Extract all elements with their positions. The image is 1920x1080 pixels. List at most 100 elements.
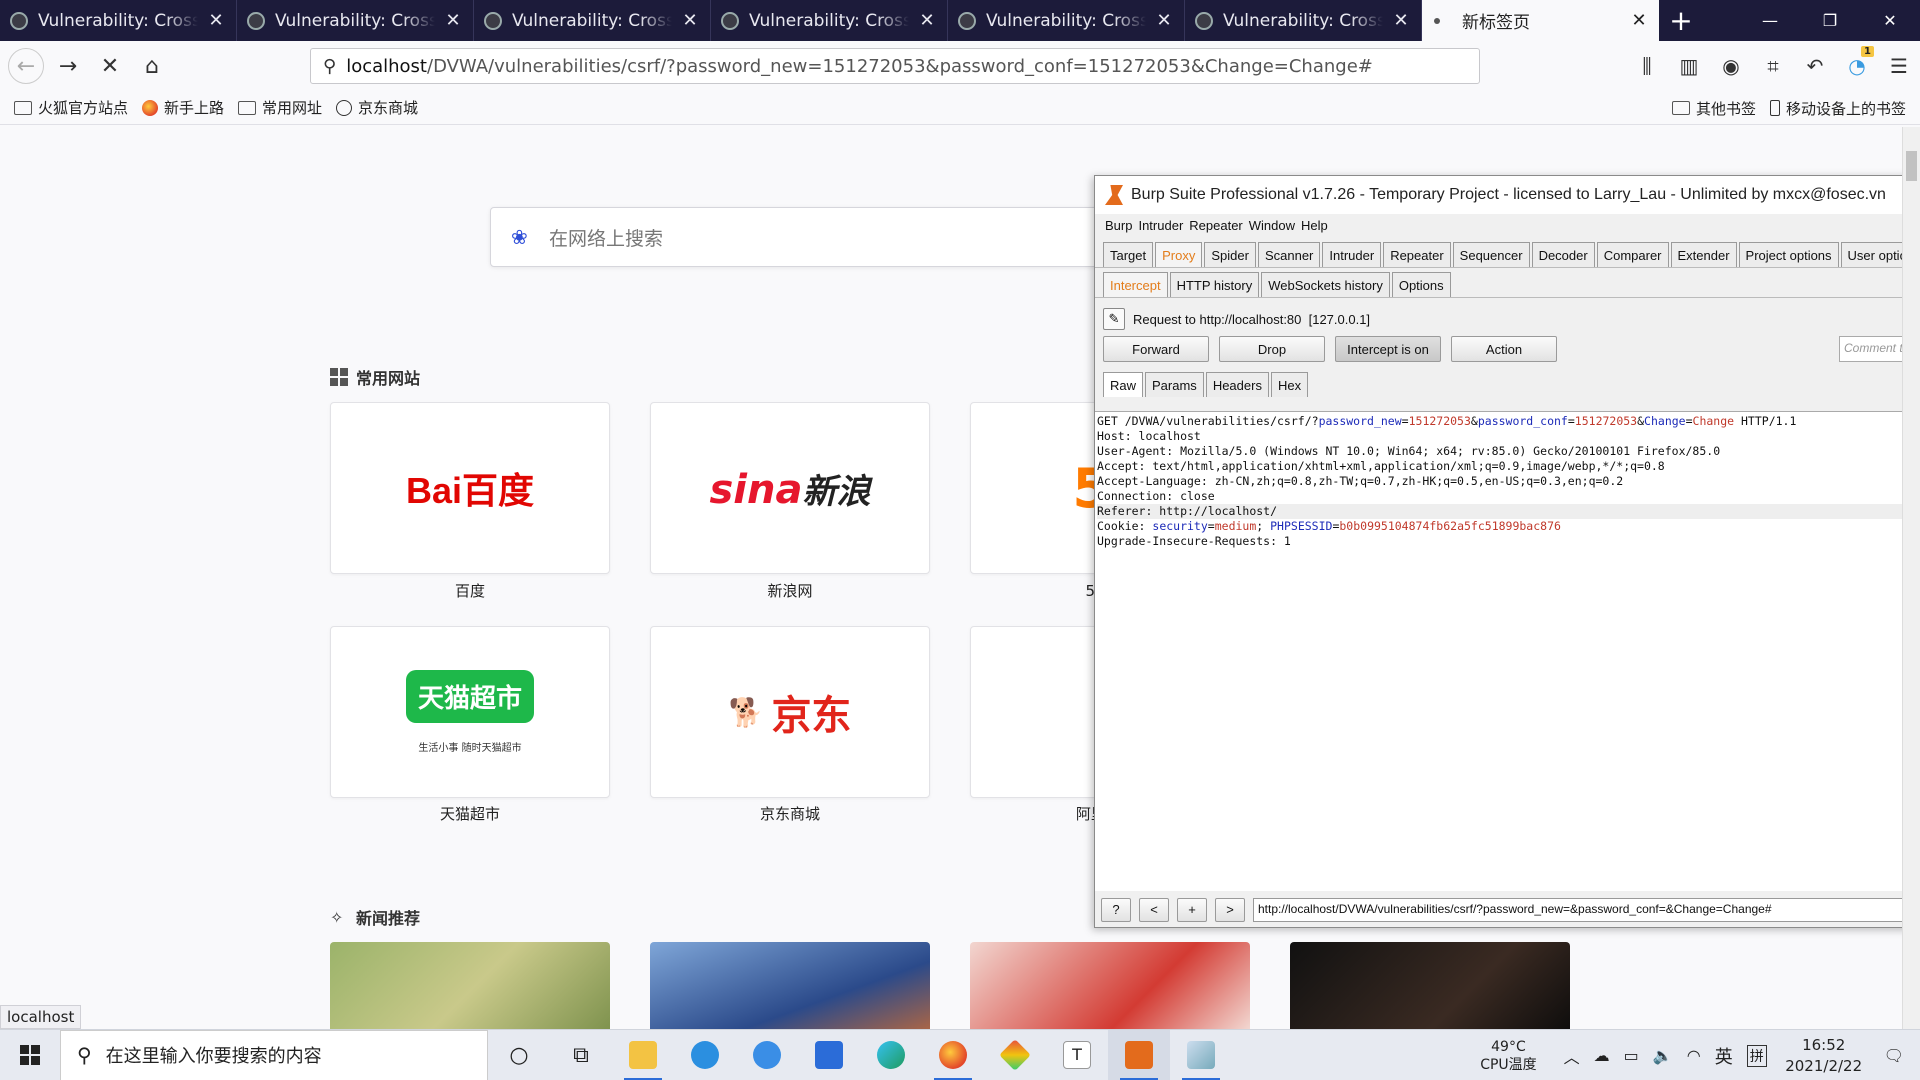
site-tile-sina[interactable]: sina新浪 — [650, 402, 930, 574]
drop-button[interactable]: Drop — [1219, 336, 1325, 362]
action-button[interactable]: Action — [1451, 336, 1557, 362]
tab-extender[interactable]: Extender — [1670, 242, 1737, 267]
help-button[interactable]: ? — [1101, 898, 1131, 922]
view-tab-hex[interactable]: Hex — [1270, 372, 1309, 397]
task-view-icon[interactable]: ⧉ — [550, 1030, 612, 1080]
edge-icon[interactable] — [860, 1030, 922, 1080]
close-tab-icon[interactable]: ✕ — [1154, 10, 1174, 31]
cpu-temp-widget[interactable]: 49°C CPU温度 — [1480, 1038, 1536, 1074]
pencil-icon[interactable]: ✎ — [1103, 308, 1125, 330]
view-tab-params[interactable]: Params — [1145, 372, 1204, 397]
view-tab-raw[interactable]: Raw — [1103, 372, 1144, 397]
battery-icon[interactable]: ▭ — [1624, 1046, 1639, 1065]
raw-request-editor[interactable]: GET /DVWA/vulnerabilities/csrf/?password… — [1095, 411, 1919, 891]
site-tile-jd[interactable]: 🐕 京东 — [650, 626, 930, 798]
mail-icon[interactable] — [798, 1030, 860, 1080]
bookmark-item[interactable]: 其他书签 — [1671, 98, 1756, 119]
typora-icon[interactable]: T — [1046, 1030, 1108, 1080]
bookmark-item[interactable]: 新手上路 — [142, 97, 224, 118]
prev-button[interactable]: < — [1139, 898, 1169, 922]
menu-burp[interactable]: Burp — [1105, 218, 1132, 233]
site-tile-baidu[interactable]: Bai百度 — [330, 402, 610, 574]
subtab-http-history[interactable]: HTTP history — [1169, 272, 1260, 297]
browser-tab[interactable]: Vulnerability: Cross Site Request Forger… — [711, 0, 948, 41]
subtab-websockets-history[interactable]: WebSockets history — [1261, 272, 1390, 297]
tab-proxy[interactable]: Proxy — [1155, 242, 1203, 267]
file-explorer-icon[interactable] — [612, 1030, 674, 1080]
wifi-icon[interactable]: ◠ — [1687, 1046, 1701, 1065]
news-image[interactable] — [650, 942, 930, 1029]
close-tab-icon[interactable]: ✕ — [680, 10, 700, 31]
onedrive-icon[interactable]: ☁ — [1594, 1046, 1610, 1065]
edge-legacy-icon[interactable] — [674, 1030, 736, 1080]
git-icon[interactable] — [984, 1030, 1046, 1080]
browser-tab[interactable]: Vulnerability: Cross Site Request Forger… — [474, 0, 711, 41]
notification-icon[interactable]: 🗨 — [1884, 1046, 1904, 1065]
browser-tab-active[interactable]: 新标签页 ✕ — [1422, 0, 1659, 41]
tab-intruder[interactable]: Intruder — [1322, 242, 1382, 267]
bottom-url-field[interactable]: http://localhost/DVWA/vulnerabilities/cs… — [1253, 898, 1919, 922]
undo-icon[interactable]: ↶ — [1794, 54, 1836, 78]
tab-decoder[interactable]: Decoder — [1531, 242, 1595, 267]
ime-mode[interactable]: 拼 — [1746, 1044, 1767, 1067]
library-icon[interactable]: ⫼ — [1626, 54, 1668, 78]
menu-intruder[interactable]: Intruder — [1138, 218, 1183, 233]
menu-icon[interactable]: ☰ — [1878, 54, 1920, 78]
close-tab-icon[interactable]: ✕ — [443, 10, 463, 31]
bookmark-item[interactable]: 常用网址 — [238, 97, 322, 118]
stop-loading-icon[interactable]: ✕ — [92, 48, 128, 84]
addon-icon[interactable]: ◔ 1 — [1836, 46, 1878, 78]
menu-window[interactable]: Window — [1249, 218, 1295, 233]
page-scrollbar[interactable] — [1902, 127, 1920, 1029]
forward-button[interactable]: Forward — [1103, 336, 1209, 362]
app-icon[interactable] — [1170, 1030, 1232, 1080]
account-icon[interactable]: ◉ — [1710, 54, 1752, 78]
tab-target[interactable]: Target — [1103, 242, 1154, 267]
news-image[interactable] — [1290, 942, 1570, 1029]
news-image[interactable] — [970, 942, 1250, 1029]
chevron-up-icon[interactable]: ︿ — [1564, 1044, 1580, 1068]
back-arrow-icon[interactable]: ← — [8, 48, 44, 84]
menu-repeater[interactable]: Repeater — [1189, 218, 1242, 233]
menu-help[interactable]: Help — [1301, 218, 1328, 233]
sidebar-icon[interactable]: ▥ — [1668, 54, 1710, 78]
browser-tab[interactable]: Vulnerability: Cross Site Request Forger… — [948, 0, 1185, 41]
restore-icon[interactable]: ❐ — [1800, 0, 1860, 41]
address-bar[interactable]: ⚲ localhost/DVWA/vulnerabilities/csrf/?p… — [310, 48, 1480, 84]
screenshot-icon[interactable]: ⌗ — [1752, 54, 1794, 78]
browser-tab[interactable]: Vulnerability: Cross Site Request Forger… — [0, 0, 237, 41]
firefox-icon[interactable] — [922, 1030, 984, 1080]
cortana-icon[interactable]: ○ — [488, 1030, 550, 1080]
minimize-icon[interactable]: — — [1740, 0, 1800, 41]
site-tile-tmall[interactable]: 天猫超市 生活小事 随时天猫超市 — [330, 626, 610, 798]
browser-tab[interactable]: Vulnerability: Cross Site Request Forger… — [237, 0, 474, 41]
browser-tab[interactable]: Vulnerability: Cross Site Request Forger… — [1185, 0, 1422, 41]
view-tab-headers[interactable]: Headers — [1205, 372, 1269, 397]
tab-project-options[interactable]: Project options — [1738, 242, 1839, 267]
bookmark-item[interactable]: 移动设备上的书签 — [1769, 98, 1906, 119]
bookmark-item[interactable]: 京东商城 — [336, 97, 418, 118]
home-icon[interactable]: ⌂ — [134, 48, 170, 84]
volume-icon[interactable]: 🔈 — [1653, 1046, 1673, 1065]
forward-arrow-icon[interactable]: → — [50, 48, 86, 84]
next-button[interactable]: > — [1215, 898, 1245, 922]
taskbar-search-box[interactable]: ⚲ 在这里输入你要搜索的内容 — [60, 1029, 488, 1080]
close-window-icon[interactable]: ✕ — [1860, 0, 1920, 41]
tab-spider[interactable]: Spider — [1204, 242, 1256, 267]
close-tab-icon[interactable]: ✕ — [917, 10, 937, 31]
burp-suite-icon[interactable] — [1108, 1029, 1170, 1080]
close-tab-icon[interactable]: ✕ — [1391, 10, 1411, 31]
subtab-intercept[interactable]: Intercept — [1103, 272, 1168, 297]
ime-language[interactable]: 英 — [1715, 1043, 1733, 1069]
bookmark-item[interactable]: 火狐官方站点 — [14, 97, 128, 118]
tab-comparer[interactable]: Comparer — [1596, 242, 1669, 267]
add-button[interactable]: + — [1177, 898, 1207, 922]
clock[interactable]: 16:52 2021/2/22 — [1774, 1035, 1874, 1077]
close-tab-icon[interactable]: ✕ — [1629, 10, 1649, 31]
baidu-netdisk-icon[interactable] — [736, 1030, 798, 1080]
scrollbar-thumb[interactable] — [1906, 151, 1917, 181]
windows-start-icon[interactable] — [0, 1030, 60, 1080]
intercept-toggle-button[interactable]: Intercept is on — [1335, 336, 1441, 362]
close-tab-icon[interactable]: ✕ — [206, 10, 226, 31]
tab-sequencer[interactable]: Sequencer — [1452, 242, 1530, 267]
